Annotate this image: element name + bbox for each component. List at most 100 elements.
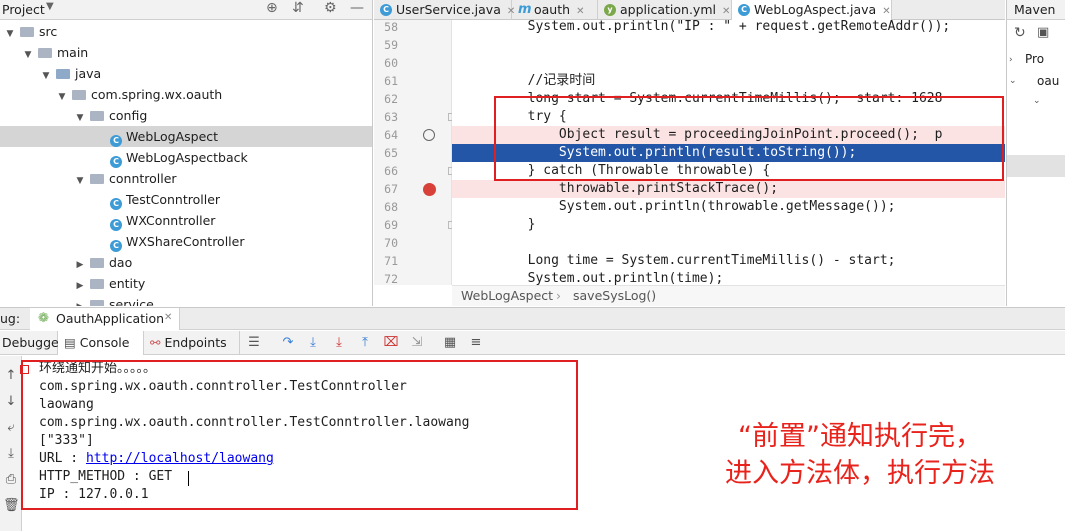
breadcrumb-class[interactable]: WebLogAspect: [461, 286, 553, 306]
line-number: 67: [384, 182, 398, 196]
tree-item[interactable]: C WXConntroller: [0, 210, 372, 231]
code-line[interactable]: Long time = System.currentTimeMillis() -…: [452, 252, 1005, 270]
maven-icon: m: [518, 2, 532, 17]
tree-item[interactable]: ▼ conntroller: [0, 168, 372, 189]
code-line[interactable]: }: [452, 216, 1005, 234]
maven-selected-row[interactable]: [1007, 155, 1065, 177]
gear-icon[interactable]: ⚙: [324, 0, 337, 16]
tree-item[interactable]: ▼ java: [0, 63, 372, 84]
folder-icon[interactable]: ▣: [1037, 25, 1049, 40]
tree-item[interactable]: ▼ com.spring.wx.oauth: [0, 84, 372, 105]
project-panel: Project ▼ ⊕ ⇵ ⚙ — ▼ src ▼ main ▼ java ▼ com.spr…: [0, 0, 373, 306]
tree-item-label: service: [109, 297, 154, 306]
code-line[interactable]: System.out.println(throwable.getMessage(…: [452, 198, 1005, 216]
menu-icon[interactable]: ☰: [246, 335, 262, 351]
run-to-cursor-icon[interactable]: ⇲: [409, 335, 425, 351]
line-number: 62: [384, 92, 398, 106]
maven-item[interactable]: oau: [1037, 74, 1059, 88]
tree-item[interactable]: ▼ config: [0, 105, 372, 126]
chevron-right-icon[interactable]: ▶: [74, 297, 86, 306]
folder-icon: [56, 69, 70, 79]
tree-item[interactable]: ▶ entity: [0, 273, 372, 294]
tree-item[interactable]: C TestConntroller: [0, 189, 372, 210]
spring-boot-icon: ❁: [38, 311, 49, 326]
tree-item[interactable]: ▼ main: [0, 42, 372, 63]
tab-console[interactable]: ▤ Console →: [58, 331, 144, 373]
step-over-icon[interactable]: ↷: [280, 335, 296, 351]
class-icon: C: [110, 219, 122, 231]
soft-wrap-icon[interactable]: ⤶: [3, 420, 19, 436]
close-icon[interactable]: ✕: [164, 312, 172, 323]
chevron-right-icon[interactable]: ›: [1009, 55, 1013, 65]
force-step-into-icon[interactable]: ⤓: [331, 335, 347, 351]
close-icon[interactable]: ✕: [722, 6, 730, 17]
tree-item-label: src: [39, 24, 58, 39]
evaluate-icon[interactable]: ▦: [442, 335, 458, 351]
code-line[interactable]: System.out.println(time);: [452, 270, 1005, 285]
refresh-icon[interactable]: ↻: [1014, 25, 1026, 41]
tree-item-label: WXConntroller: [126, 213, 216, 228]
code-line[interactable]: [452, 54, 1005, 72]
package-icon: [72, 90, 86, 100]
trace-icon[interactable]: ≡: [468, 335, 484, 351]
chevron-down-icon[interactable]: ▼: [46, 1, 54, 12]
line-number: 70: [384, 236, 398, 250]
yml-icon: y: [604, 4, 616, 16]
print-icon[interactable]: ⎙: [3, 472, 19, 488]
tree-item[interactable]: C WXShareController: [0, 231, 372, 252]
debug-header: ug: ❁ OauthApplication ✕: [0, 307, 1065, 330]
editor-gutter[interactable]: 58 59 60 61 62 63 64 65 66 67 68 69 70 71 72: [374, 20, 456, 286]
tab-oauth[interactable]: m oauth ✕: [512, 0, 598, 20]
tree-item[interactable]: ▶ dao: [0, 252, 372, 273]
code-line[interactable]: [452, 36, 1005, 54]
chevron-down-icon[interactable]: ⌄: [1033, 96, 1041, 106]
code-line[interactable]: [452, 234, 1005, 252]
tab-debugger[interactable]: Debugger: [0, 331, 64, 355]
editor-tabs: C UserService.java ✕ m oauth ✕ y application.…: [374, 0, 1005, 20]
disabled-breakpoint-icon[interactable]: [423, 129, 435, 141]
folder-icon: [20, 27, 34, 37]
breakpoint-icon[interactable]: [423, 183, 436, 196]
step-out-icon[interactable]: ⤒: [357, 335, 373, 351]
locate-icon[interactable]: ⊕: [266, 0, 278, 16]
tree-item[interactable]: ▶ service: [0, 294, 372, 306]
annotation-text: “前置”通知执行完， 进入方法体，执行方法: [700, 418, 1020, 492]
clear-icon[interactable]: 🗑: [3, 498, 20, 514]
tab-weblogaspect[interactable]: C WebLogAspect.java ✕: [732, 0, 892, 20]
console-side-toolbar: ↑ ↓ ⤶ ⤓ ⎙ 🗑: [0, 356, 22, 531]
tree-item-label: java: [75, 66, 102, 81]
tree-item[interactable]: C WebLogAspectback: [0, 147, 372, 168]
tree-item[interactable]: C WebLogAspect: [0, 126, 372, 147]
tree-item-label: main: [57, 45, 89, 60]
line-number: 61: [384, 74, 398, 88]
project-panel-title[interactable]: Project: [2, 2, 45, 17]
maven-panel: Maven ↻ ▣ › Pro ⌄ oau ⌄: [1006, 0, 1065, 306]
tree-item-label: conntroller: [109, 171, 177, 186]
line-number: 66: [384, 164, 398, 178]
line-number: 71: [384, 254, 398, 268]
collapse-icon[interactable]: ⇵: [292, 0, 304, 16]
chevron-down-icon[interactable]: ⌄: [1009, 76, 1017, 86]
maven-item[interactable]: Pro: [1025, 52, 1044, 66]
code-line[interactable]: System.out.println("IP : " + request.get…: [452, 20, 1005, 36]
scroll-to-end-icon[interactable]: ⤓: [3, 446, 19, 462]
close-icon[interactable]: ✕: [576, 6, 584, 17]
breadcrumb-method[interactable]: saveSysLog(): [573, 286, 656, 306]
tab-userservice[interactable]: C UserService.java ✕: [374, 0, 515, 20]
tree-item[interactable]: ▼ src: [0, 21, 372, 42]
annotation-box-console: [21, 360, 578, 510]
tab-endpoints[interactable]: ⚯ Endpoints →: [144, 331, 240, 373]
tab-application-yml[interactable]: y application.yml ✕: [598, 0, 732, 20]
maven-title[interactable]: Maven: [1014, 2, 1055, 17]
annotation-box-code: [494, 96, 1004, 181]
hide-icon[interactable]: —: [350, 0, 364, 16]
code-line[interactable]: //记录时间: [452, 72, 1005, 90]
close-icon[interactable]: ✕: [882, 6, 890, 17]
arrow-up-icon[interactable]: ↑: [3, 368, 19, 384]
code-line[interactable]: throwable.printStackTrace();: [452, 180, 1005, 198]
arrow-down-icon[interactable]: ↓: [3, 394, 19, 410]
drop-frame-icon[interactable]: ⌧: [383, 335, 399, 351]
tab-run-config[interactable]: ❁ OauthApplication ✕: [30, 308, 180, 330]
project-panel-header: Project ▼ ⊕ ⇵ ⚙ —: [0, 0, 372, 20]
step-into-icon[interactable]: ⤓: [305, 335, 321, 351]
